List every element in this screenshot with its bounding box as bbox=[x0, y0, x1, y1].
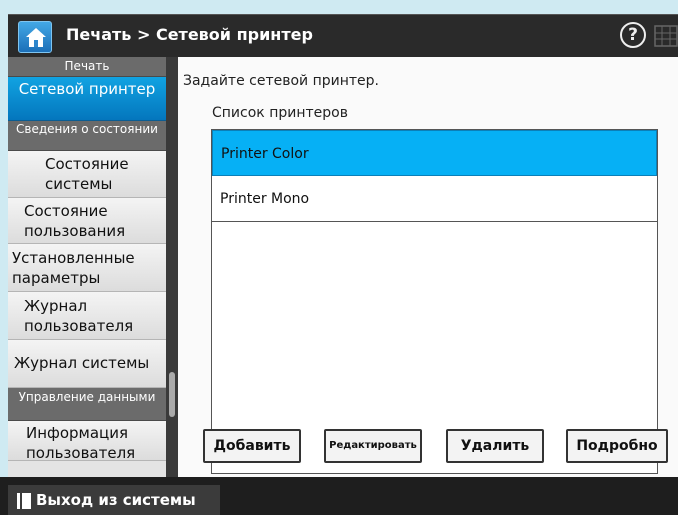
home-button[interactable] bbox=[18, 21, 52, 53]
book-icon bbox=[17, 493, 31, 509]
instruction-text: Задайте сетевой принтер. bbox=[183, 73, 379, 89]
delete-button[interactable]: Удалить bbox=[446, 429, 544, 463]
help-button[interactable]: ? bbox=[620, 22, 646, 48]
sidebar-item-network-printer[interactable]: Сетевой принтер bbox=[8, 77, 166, 121]
header-bar: Печать > Сетевой принтер ? bbox=[8, 14, 678, 57]
sidebar-item-system-status[interactable]: Состояние системы bbox=[8, 151, 166, 198]
main-content: Задайте сетевой принтер. Список принтеро… bbox=[178, 57, 678, 477]
sidebar-scrollbar[interactable] bbox=[166, 57, 178, 477]
sidebar-item-system-log[interactable]: Журнал системы bbox=[8, 340, 166, 388]
printer-row[interactable]: Printer Mono bbox=[212, 176, 657, 222]
footer-bar: Выход из системы bbox=[0, 477, 678, 515]
sidebar-group-status: Сведения о состоянии bbox=[8, 121, 166, 151]
grid-icon[interactable] bbox=[654, 25, 678, 47]
details-button[interactable]: Подробно bbox=[566, 429, 668, 463]
app-frame: Печать > Сетевой принтер ? Печать Сетево… bbox=[0, 0, 678, 515]
sidebar-item-user-log[interactable]: Журнал пользователя bbox=[8, 292, 166, 340]
edit-button[interactable]: Редактировать bbox=[324, 429, 422, 463]
sidebar-item-usage-status[interactable]: Состояние пользования bbox=[8, 198, 166, 244]
sidebar-item-settings[interactable]: Установленные параметры bbox=[8, 244, 166, 292]
logout-label: Выход из системы bbox=[36, 491, 196, 509]
sidebar-group-print: Печать bbox=[8, 57, 166, 77]
add-button[interactable]: Добавить bbox=[203, 429, 301, 463]
scroll-thumb[interactable] bbox=[169, 372, 175, 417]
sidebar-item-user-info[interactable]: Информация пользователя bbox=[8, 421, 166, 462]
page-title: Печать > Сетевой принтер bbox=[66, 25, 313, 44]
printer-list-caption: Список принтеров bbox=[212, 105, 348, 121]
printer-list: Printer Color Printer Mono bbox=[211, 129, 658, 474]
sidebar: Печать Сетевой принтер Сведения о состоя… bbox=[8, 57, 166, 477]
logout-button[interactable]: Выход из системы bbox=[8, 485, 220, 515]
home-icon bbox=[26, 28, 46, 47]
sidebar-group-data: Управление данными bbox=[8, 388, 166, 421]
printer-row[interactable]: Printer Color bbox=[212, 130, 657, 176]
